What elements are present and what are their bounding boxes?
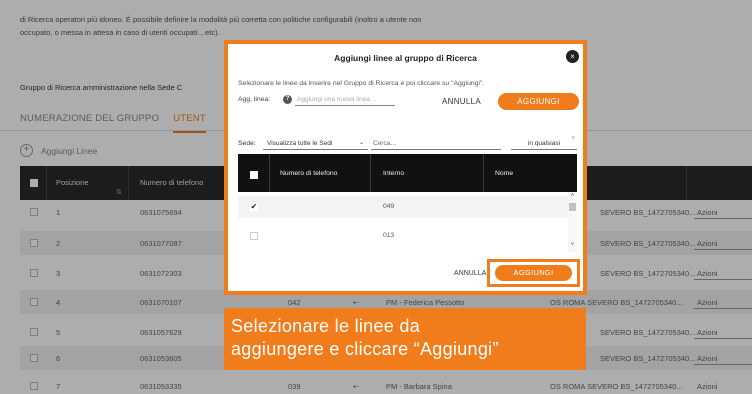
dialog-table-header: Numero di telefono Interno Nome xyxy=(238,154,577,192)
add-button-top[interactable]: AGGIUNGI xyxy=(498,93,579,110)
help-icon[interactable]: ? xyxy=(283,95,292,104)
scrollbar[interactable]: ˄ ˅ xyxy=(568,192,577,252)
chevron-down-icon: ˅ xyxy=(571,136,575,142)
scroll-up-icon[interactable]: ˄ xyxy=(569,193,576,199)
add-lines-dialog: Aggiungi linee al gruppo di Ricerca × Se… xyxy=(228,44,583,291)
sede-label: Sede: xyxy=(238,140,256,147)
callout-line-1: Selezionare le linee da xyxy=(231,316,421,336)
scroll-thumb[interactable] xyxy=(569,203,576,211)
checked-checkbox[interactable]: ✔ xyxy=(250,203,258,211)
instruction-callout: Selezionare le linee da aggiungere e cli… xyxy=(224,308,586,370)
highlight-frame-add-button: AGGIUNGI xyxy=(487,259,580,287)
column-divider xyxy=(483,154,484,192)
row-extension: 013 xyxy=(383,232,395,239)
add-line-label: Agg. linea: xyxy=(238,96,271,103)
header-nome[interactable]: Nome xyxy=(495,170,513,177)
header-interno[interactable]: Interno xyxy=(383,170,404,177)
column-divider xyxy=(269,154,270,192)
add-button-bottom[interactable]: AGGIUNGI xyxy=(495,265,572,281)
highlight-frame-modal: Aggiungi linee al gruppo di Ricerca × Se… xyxy=(224,40,587,295)
scroll-down-icon[interactable]: ˅ xyxy=(569,242,576,248)
cancel-button-bottom[interactable]: ANNULLA xyxy=(454,270,486,277)
callout-line-2: aggiungere e cliccare “Aggiungi” xyxy=(231,339,499,359)
sede-selected-value: Visualizza tutte le Sedi xyxy=(267,140,333,147)
header-numero[interactable]: Numero di telefono xyxy=(280,170,337,177)
search-scope-select[interactable]: in qualsiasi ˅ xyxy=(511,136,577,150)
dialog-title: Aggiungi linee al gruppo di Ricerca xyxy=(334,53,477,63)
chevron-down-icon: ⌄ xyxy=(358,140,364,146)
cancel-button-top[interactable]: ANNULLA xyxy=(442,97,481,106)
search-scope-value: in qualsiasi xyxy=(527,140,561,147)
select-all-checkbox[interactable] xyxy=(250,171,258,179)
row-extension: 049 xyxy=(383,203,395,210)
row-checkbox[interactable] xyxy=(250,232,258,240)
list-item[interactable]: ✔ 049 xyxy=(238,196,568,218)
list-item[interactable]: 013 xyxy=(238,225,568,247)
sede-select[interactable]: Visualizza tutte le Sedi ⌄ xyxy=(263,137,368,150)
close-icon[interactable]: × xyxy=(566,50,579,63)
dialog-table-body: ✔ 049 013 ˄ ˅ xyxy=(238,192,577,252)
add-line-input[interactable] xyxy=(295,93,395,106)
search-input[interactable] xyxy=(371,137,501,150)
dialog-instructions: Selezionare le linee da inserire nel Gru… xyxy=(238,80,485,87)
column-divider xyxy=(370,154,371,192)
